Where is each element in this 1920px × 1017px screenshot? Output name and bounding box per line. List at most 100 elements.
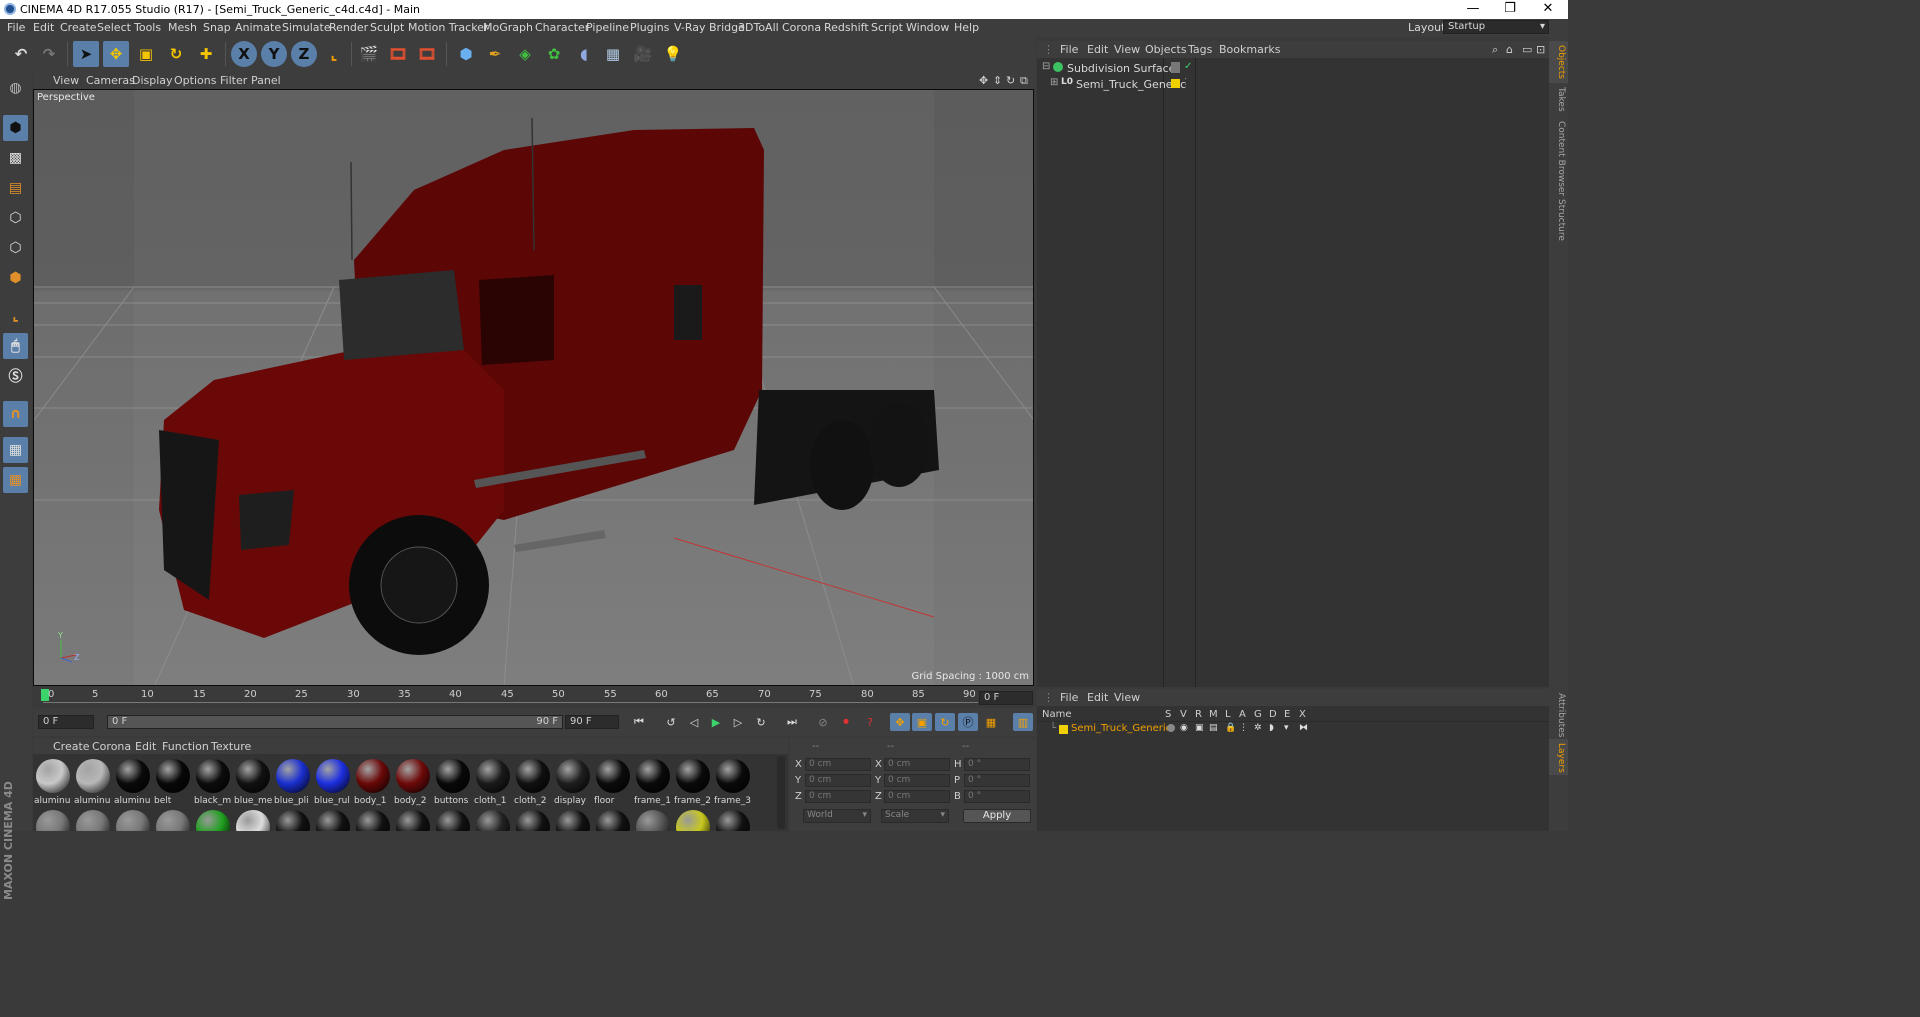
- timeline-window-button[interactable]: ▥: [1013, 713, 1033, 731]
- panel-maximize-icon[interactable]: ⊡: [1536, 43, 1545, 56]
- lock-icon[interactable]: 🔒: [1225, 723, 1236, 733]
- menu-create[interactable]: Create: [60, 21, 97, 34]
- material-swatch[interactable]: aluminu: [114, 756, 152, 806]
- menu-mograph[interactable]: MoGraph: [483, 21, 533, 34]
- menu-motion-tracker[interactable]: Motion Tracker: [408, 21, 488, 34]
- workplane-align-button[interactable]: ▦: [3, 467, 28, 493]
- solo-toggle-icon[interactable]: [1167, 724, 1175, 732]
- material-swatch[interactable]: blue_rul: [314, 756, 352, 806]
- material-menu-corona[interactable]: Corona: [92, 740, 131, 753]
- layer-menu-edit[interactable]: Edit: [1087, 691, 1108, 704]
- material-swatch[interactable]: [676, 810, 710, 831]
- layout-select[interactable]: Startup ▾: [1443, 20, 1549, 34]
- timeline-ruler[interactable]: 0 5 10 15 20 25 30 35 40 45 50 55 60 65 …: [33, 686, 1036, 708]
- current-frame-field[interactable]: 0 F: [979, 691, 1033, 705]
- render-view-button[interactable]: 🎬: [356, 41, 382, 67]
- texture-mode-button[interactable]: ▩: [3, 145, 28, 171]
- layer-col-manager[interactable]: M: [1209, 709, 1218, 720]
- enabled-check-icon[interactable]: ✓: [1184, 61, 1192, 72]
- menu-edit[interactable]: Edit: [33, 21, 54, 34]
- material-swatch[interactable]: cloth_1: [474, 756, 512, 806]
- position-x-field[interactable]: 0 cm: [805, 758, 871, 771]
- layer-col-xref[interactable]: X: [1299, 709, 1306, 720]
- record-keys-button[interactable]: ⊘: [813, 713, 833, 731]
- size-x-field[interactable]: 0 cm: [884, 758, 950, 771]
- layer-col-solo[interactable]: S: [1165, 709, 1171, 720]
- object-menu-bookmarks[interactable]: Bookmarks: [1219, 43, 1280, 56]
- viewport-rotate-icon[interactable]: ↻: [1006, 74, 1015, 87]
- transform-tool-button[interactable]: ✚: [193, 41, 219, 67]
- viewport-menu-filter[interactable]: Filter: [220, 74, 247, 87]
- goto-end-button[interactable]: ⏭: [782, 713, 802, 731]
- rotate-tool-button[interactable]: ↻: [163, 41, 189, 67]
- next-frame-button[interactable]: ▷: [728, 713, 748, 731]
- tab-layers[interactable]: Layers: [1551, 743, 1566, 773]
- xref-icon[interactable]: ⧓: [1299, 723, 1308, 733]
- menu-mesh[interactable]: Mesh: [168, 21, 197, 34]
- material-menu-create[interactable]: Create: [53, 740, 90, 753]
- menu-snap[interactable]: Snap: [203, 21, 231, 34]
- layer-col-generators[interactable]: G: [1254, 709, 1262, 720]
- add-subdivision-button[interactable]: ◈: [512, 41, 538, 67]
- view-eye-icon[interactable]: ◉: [1180, 723, 1188, 733]
- object-menu-objects[interactable]: Objects: [1145, 43, 1187, 56]
- layer-col-render[interactable]: R: [1195, 709, 1202, 720]
- layer-color-icon[interactable]: [1059, 725, 1068, 734]
- material-swatch[interactable]: [156, 810, 190, 831]
- live-selection-button[interactable]: ➤: [73, 41, 99, 67]
- material-swatch[interactable]: frame_3: [714, 756, 752, 806]
- add-cube-button[interactable]: ⬢: [453, 41, 479, 67]
- material-menu-function[interactable]: Function: [162, 740, 209, 753]
- undo-button[interactable]: ↶: [8, 41, 34, 67]
- object-menu-view[interactable]: View: [1114, 43, 1140, 56]
- menu-3dtoall[interactable]: 3DToAll: [738, 21, 779, 34]
- new-view-icon[interactable]: ▭: [1522, 43, 1532, 56]
- workplane-mode-button[interactable]: ▤: [3, 175, 28, 201]
- prev-frame-button[interactable]: ◁: [684, 713, 704, 731]
- layer-row[interactable]: └ Semi_Truck_Generic ◉ ▣ ▤ 🔒 ⋮ ✲ ◗ ▾ ⧓: [1037, 723, 1549, 737]
- tab-takes[interactable]: Takes: [1551, 87, 1566, 112]
- coordinate-mode-select[interactable]: World ▾: [803, 809, 871, 823]
- make-editable-button[interactable]: ◍: [3, 75, 28, 101]
- add-spline-button[interactable]: ✒: [482, 41, 508, 67]
- material-swatch[interactable]: [396, 810, 430, 831]
- layer-col-locked[interactable]: L: [1225, 709, 1231, 720]
- material-swatch[interactable]: floor: [594, 756, 632, 806]
- menu-animate[interactable]: Animate: [235, 21, 281, 34]
- goto-start-button[interactable]: ⏮: [629, 713, 649, 731]
- material-swatch[interactable]: [596, 810, 630, 831]
- z-axis-lock-button[interactable]: Z: [291, 41, 317, 67]
- menu-vray-bridge[interactable]: V-Ray Bridge: [674, 21, 745, 34]
- material-swatch[interactable]: aluminu: [74, 756, 112, 806]
- tab-objects[interactable]: Objects: [1551, 45, 1566, 79]
- layer-menu-file[interactable]: File: [1060, 691, 1078, 704]
- material-swatch[interactable]: [196, 810, 230, 831]
- rotation-h-field[interactable]: 0 °: [964, 758, 1030, 771]
- material-menu-edit[interactable]: Edit: [135, 740, 156, 753]
- key-scale-button[interactable]: ▣: [912, 713, 932, 731]
- polygons-mode-button[interactable]: ⬢: [3, 265, 28, 291]
- object-menu-file[interactable]: File: [1060, 43, 1078, 56]
- close-button[interactable]: ✕: [1530, 0, 1566, 19]
- rotation-p-field[interactable]: 0 °: [964, 774, 1030, 787]
- edges-mode-button[interactable]: ⬡: [3, 235, 28, 261]
- key-position-button[interactable]: ✥: [890, 713, 910, 731]
- object-menu-tags[interactable]: Tags: [1188, 43, 1212, 56]
- visibility-dots-icon[interactable]: ⁚: [1184, 77, 1187, 88]
- expression-icon[interactable]: ▾: [1284, 723, 1289, 733]
- generator-icon[interactable]: ✲: [1254, 723, 1262, 733]
- viewport-menu-cameras[interactable]: Cameras: [86, 74, 135, 87]
- render-icon[interactable]: ▣: [1195, 723, 1204, 733]
- layer-menu-view[interactable]: View: [1114, 691, 1140, 704]
- collapse-icon[interactable]: ⊟: [1042, 61, 1050, 72]
- material-swatch[interactable]: black_m: [194, 756, 232, 806]
- viewport-menu-options[interactable]: Options: [174, 74, 216, 87]
- layer-col-animation[interactable]: A: [1239, 709, 1246, 720]
- material-swatch[interactable]: [516, 810, 550, 831]
- add-light-button[interactable]: 💡: [660, 41, 686, 67]
- add-deformer-button[interactable]: ◖: [571, 41, 597, 67]
- material-swatch[interactable]: [436, 810, 470, 831]
- menu-pipeline[interactable]: Pipeline: [586, 21, 629, 34]
- size-z-field[interactable]: 0 cm: [884, 790, 950, 803]
- material-swatch[interactable]: body_1: [354, 756, 392, 806]
